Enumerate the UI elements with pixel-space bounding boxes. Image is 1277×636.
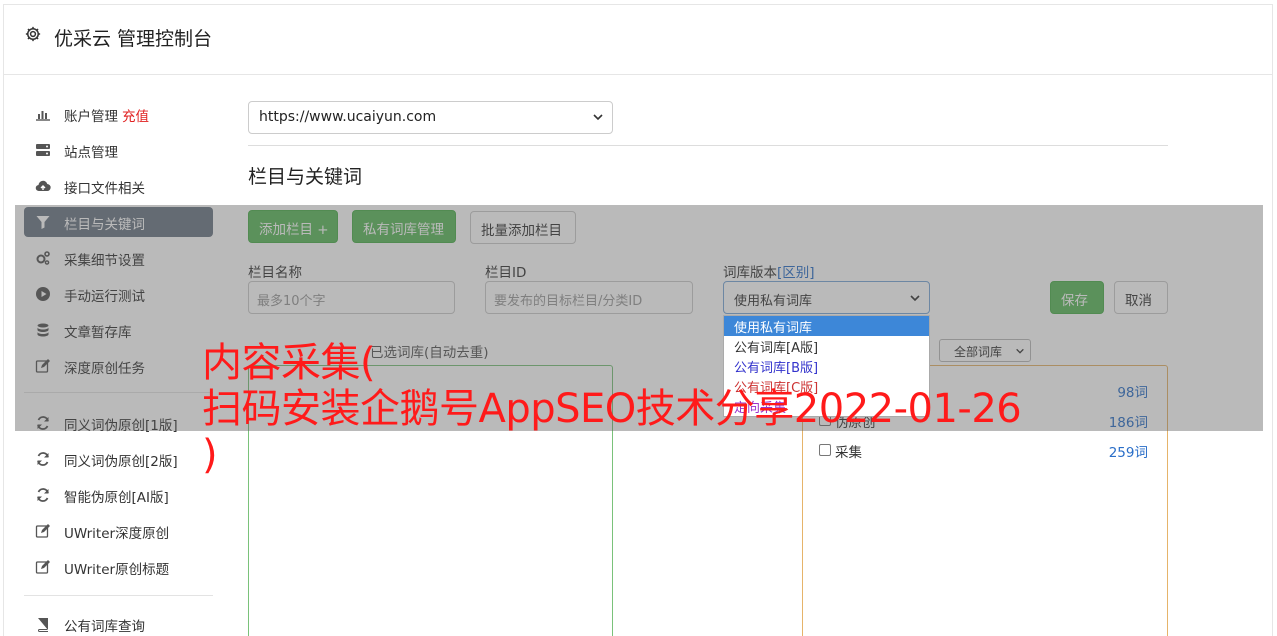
sidebar-item-label: 接口文件相关 <box>64 181 145 197</box>
gear-icon <box>25 26 41 42</box>
sidebar-item-label: UWriter深度原创 <box>64 526 170 542</box>
sidebar-item-sites[interactable]: 站点管理 <box>24 135 213 165</box>
sidebar-item-label: 账户管理 <box>64 109 118 125</box>
edit-icon <box>35 524 50 538</box>
sidebar-item-ai-original[interactable]: 智能伪原创[AI版] <box>24 480 213 510</box>
server-icon <box>36 144 50 156</box>
sidebar-item-uwriter-title[interactable]: UWriter原创标题 <box>24 552 213 582</box>
site-select-value: https://www.ucaiyun.com <box>259 109 437 125</box>
sidebar-item-interface[interactable]: 接口文件相关 <box>24 171 213 201</box>
header: 优采云 管理控制台 <box>4 5 1272 75</box>
divider <box>248 145 1168 146</box>
section-title: 栏目与关键词 <box>248 166 363 188</box>
edit-icon <box>35 560 50 574</box>
lib-count: 259词 <box>1108 445 1148 461</box>
cloud-upload-icon <box>35 180 51 192</box>
sidebar-divider <box>24 595 213 596</box>
sidebar-item-label: 同义词伪原创[2版] <box>64 454 178 470</box>
sidebar-item-label: 站点管理 <box>64 145 118 161</box>
bar-chart-icon <box>36 111 50 121</box>
page-title: 优采云 管理控制台 <box>54 28 213 50</box>
refresh-icon <box>37 488 49 502</box>
refresh-icon <box>37 452 49 466</box>
sidebar-item-label: UWriter原创标题 <box>64 562 170 578</box>
sidebar-item-uwriter-original[interactable]: UWriter深度原创 <box>24 516 213 546</box>
recharge-link[interactable]: 充值 <box>122 109 149 125</box>
sidebar-item-account[interactable]: 账户管理 充值 <box>24 99 213 129</box>
sidebar-item-label: 智能伪原创[AI版] <box>64 490 169 506</box>
site-select[interactable]: https://www.ucaiyun.com <box>248 101 613 134</box>
sidebar-item-public-lib[interactable]: 公有词库查询 <box>24 609 213 636</box>
sidebar-item-synonym-v2[interactable]: 同义词伪原创[2版] <box>24 444 213 474</box>
dropdown-option[interactable]: 使用私有词库 <box>724 316 929 336</box>
book-icon <box>38 618 48 632</box>
watermark-text: 内容采集( 扫码安装企鹅号AppSEO技术分享2022-01-26 ) <box>202 340 1022 478</box>
chevron-down-icon <box>593 114 603 121</box>
sidebar-item-label: 公有词库查询 <box>64 619 145 635</box>
